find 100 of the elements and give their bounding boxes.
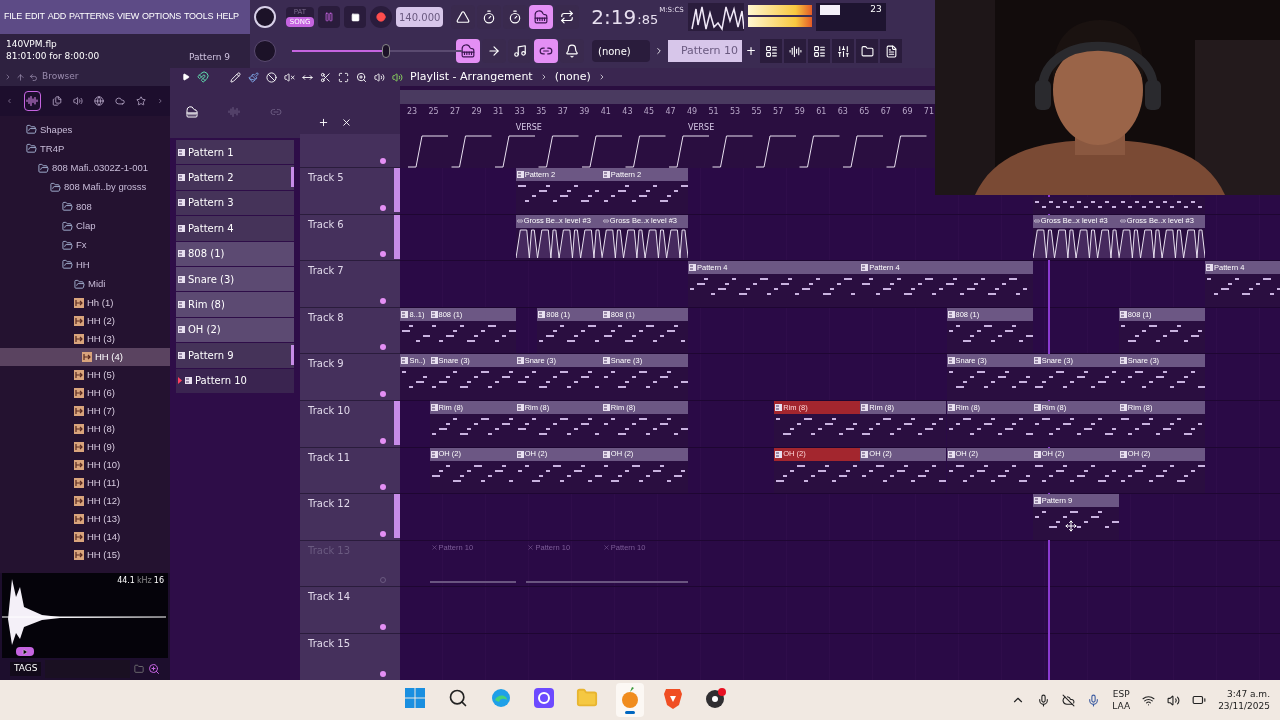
browser-item[interactable]: HH (5): [0, 365, 170, 384]
browser-title: Browser: [42, 70, 79, 84]
pattern-selector[interactable]: Pattern 10: [668, 40, 742, 62]
ruler-number: 61: [816, 106, 827, 118]
pattern-item[interactable]: 808 (1): [176, 241, 294, 266]
browser-item[interactable]: HH (13): [0, 509, 170, 528]
menu-item[interactable]: EDIT: [25, 10, 45, 24]
track-name: Track 7: [308, 264, 344, 279]
browser-item[interactable]: HH: [0, 255, 170, 275]
marker-label[interactable]: VERSE: [515, 122, 542, 134]
track-header[interactable]: Track 6: [300, 214, 400, 262]
menu-item[interactable]: PATTERNS: [69, 10, 114, 24]
browser-item[interactable]: HH (7): [0, 401, 170, 420]
ruler-number: 37: [557, 106, 568, 118]
arrangement-name[interactable]: (none): [554, 68, 591, 86]
track-name: Track 10: [308, 403, 351, 418]
cpu-value: 23: [870, 3, 882, 16]
track-header[interactable]: Track 5: [300, 168, 400, 215]
pattern-name: Rim (8): [188, 298, 225, 313]
track-header[interactable]: Track 9: [300, 354, 400, 401]
pattern-item[interactable]: Snare (3): [176, 266, 294, 292]
clock-time[interactable]: 3:47 a.m.: [1226, 688, 1270, 700]
browser-item[interactable]: HH (11): [0, 473, 170, 492]
menu-item[interactable]: FILE: [4, 10, 23, 24]
ruler-number: 59: [794, 106, 805, 118]
ruler-number: 51: [708, 106, 719, 118]
browser-item[interactable]: HH (3): [0, 329, 170, 348]
browser-item[interactable]: Hh (1): [0, 293, 170, 312]
browser-item[interactable]: Midi: [0, 274, 170, 294]
pattern-item[interactable]: Pattern 1: [176, 140, 294, 165]
browser-item[interactable]: HH (12): [0, 491, 170, 510]
track-name: Track 15: [308, 636, 351, 651]
browser-item[interactable]: HH (8): [0, 419, 170, 438]
position-text: 81:01:00 for 8:00:00: [6, 50, 100, 62]
pattern-name: Pattern 9: [189, 50, 231, 64]
track-header[interactable]: Track 15: [300, 633, 400, 680]
browser-item[interactable]: HH (2): [0, 311, 170, 330]
add-pattern-button[interactable]: +: [746, 42, 757, 60]
track-header[interactable]: Track 7: [300, 261, 400, 308]
ruler-number: 41: [600, 106, 611, 118]
browser-item[interactable]: HH (10): [0, 455, 170, 474]
ruler-number: 55: [751, 106, 762, 118]
ruler-number: 71: [923, 106, 935, 118]
browser-item[interactable]: Shapes: [0, 120, 170, 140]
ruler-number: 25: [428, 106, 439, 118]
browser-item[interactable]: TR4P: [0, 139, 170, 159]
pattern-item[interactable]: Pattern 4: [176, 216, 294, 241]
pattern-name: Pattern 3: [188, 196, 234, 211]
track-header[interactable]: Track 12: [300, 494, 400, 541]
pattern-item[interactable]: Rim (8): [176, 292, 294, 317]
sample-info: 44.1 kHz 16: [117, 575, 164, 587]
pattern-item[interactable]: OH (2): [176, 317, 294, 343]
pattern-item[interactable]: Pattern 10: [176, 368, 294, 393]
language-code[interactable]: ESP: [1112, 688, 1130, 700]
browser-item[interactable]: 808 Mafi..by grosss: [0, 177, 170, 198]
track-name: Track 12: [308, 497, 351, 512]
track-header[interactable]: Track 10: [300, 400, 400, 448]
browser-item[interactable]: Clap: [0, 216, 170, 236]
ruler-number: 33: [514, 106, 525, 118]
ruler-number: 31: [493, 106, 504, 118]
pattern-item[interactable]: Pattern 3: [176, 190, 294, 216]
browser-item[interactable]: Fx: [0, 235, 170, 256]
pattern-name: Pattern 9: [188, 348, 234, 363]
pattern-name: Pattern 2: [188, 171, 234, 186]
menu-item[interactable]: VIEW: [116, 10, 140, 24]
track-name: Track 14: [308, 590, 351, 605]
menu-item[interactable]: TOOLS: [183, 10, 214, 24]
browser-item[interactable]: HH (15): [0, 545, 170, 564]
marker-label[interactable]: VERSE: [688, 122, 715, 134]
browser-item[interactable]: HH (6): [0, 383, 170, 402]
tempo-field[interactable]: 140.000: [396, 7, 444, 27]
browser-item[interactable]: HH (14): [0, 527, 170, 546]
browser-item[interactable]: 808 Mafi..0302Z-1-001: [0, 158, 170, 178]
ruler-number: 65: [859, 106, 870, 118]
pattern-item[interactable]: Pattern 9: [176, 343, 294, 368]
track-header[interactable]: Track 11: [300, 447, 400, 495]
browser-item[interactable]: HH (4): [0, 347, 170, 366]
ruler-number: 45: [643, 106, 655, 118]
pattern-name: Pattern 10: [195, 374, 247, 389]
ruler-number: 39: [579, 106, 590, 118]
ruler-number: 23: [406, 106, 418, 118]
browser-item[interactable]: 808: [0, 197, 170, 217]
menu-item[interactable]: ADD: [47, 10, 67, 24]
browser-item[interactable]: HH (9): [0, 437, 170, 456]
track-header[interactable]: Track 8: [300, 307, 400, 355]
menu-item[interactable]: OPTIONS: [142, 10, 181, 24]
clock-date[interactable]: 23/11/2025: [1218, 700, 1270, 712]
ruler-number: 43: [622, 106, 633, 118]
menu-item[interactable]: HELP: [216, 10, 239, 24]
pattern-name: Pattern 1: [188, 145, 234, 160]
ruler-number: 47: [665, 106, 676, 118]
pattern-name: OH (2): [188, 323, 221, 338]
pattern-name: Pattern 4: [188, 221, 234, 236]
ruler-number: 27: [450, 106, 461, 118]
keyboard-layout[interactable]: LAA: [1112, 700, 1131, 712]
track-header[interactable]: Track 14: [300, 587, 400, 634]
track-name: Track 9: [308, 357, 344, 372]
pattern-name: Snare (3): [188, 272, 235, 287]
pattern-item[interactable]: Pattern 2: [176, 165, 294, 190]
snap-selector[interactable]: (none): [592, 40, 650, 62]
